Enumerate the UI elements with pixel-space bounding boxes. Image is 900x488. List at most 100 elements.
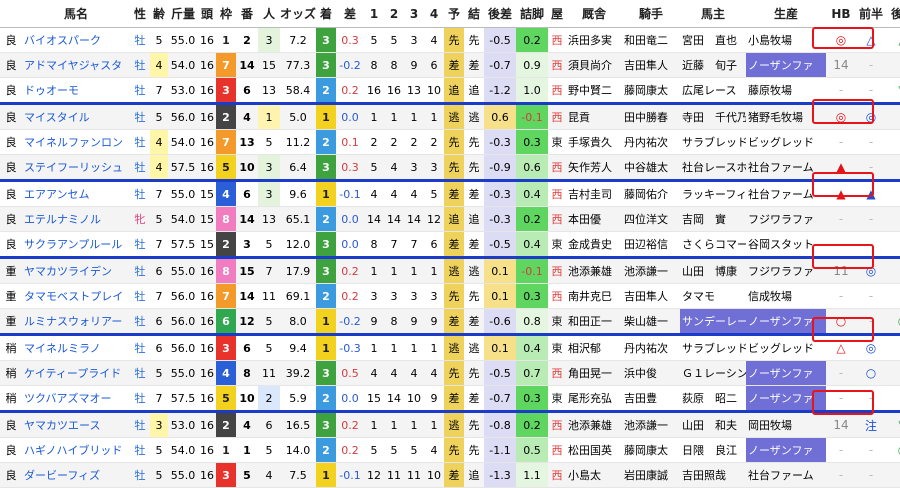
- trainer-cell: 矢作芳人: [566, 154, 622, 182]
- table-row: 良アドマイヤジャスタ牡 4 54.0 16 7 14 15 77.3 3 -0.2 8 8 9 6 差差 -0…: [0, 52, 900, 78]
- waku-cell: 7: [216, 129, 236, 155]
- odds-cell: 5.9: [280, 385, 316, 413]
- second-half-cell: -: [886, 231, 900, 259]
- stable-cell: 西: [548, 77, 566, 105]
- corner2-header: 2: [384, 0, 404, 28]
- horse-name-link[interactable]: エテルナミノル: [22, 206, 130, 232]
- horse-name-link[interactable]: ヤマカツライデン: [22, 257, 130, 284]
- waku-cell: 3: [216, 77, 236, 105]
- age-header: 齢: [150, 0, 168, 28]
- corner2-cell: 4: [384, 180, 404, 207]
- age-cell: 4: [150, 129, 168, 155]
- corner4-cell: 10: [424, 462, 444, 488]
- umaban-header: 番: [236, 0, 258, 28]
- horse-name-link[interactable]: ケイティープライド: [22, 360, 130, 386]
- odds-cell: 5.0: [280, 103, 316, 130]
- corner1-cell: 5: [364, 437, 384, 463]
- horse-name-link[interactable]: ルミナスウォリアー: [22, 308, 130, 336]
- corner3-cell: 7: [404, 231, 424, 259]
- horse-name-link[interactable]: ヤマカツエース: [22, 411, 130, 438]
- finish-cell: 3: [316, 27, 336, 53]
- result-cell: 先: [464, 411, 484, 438]
- runners-cell: 16: [198, 462, 216, 488]
- ninki-header: 人: [258, 0, 280, 28]
- result-header: 結: [464, 0, 484, 28]
- stable-cell: 西: [548, 180, 566, 207]
- corner3-cell: 1: [404, 334, 424, 361]
- corner2-cell: 4: [384, 154, 404, 182]
- horse-name-link[interactable]: バイオスパーク: [22, 27, 130, 53]
- odds-cell: 14.0: [280, 437, 316, 463]
- second-half-cell: -: [886, 462, 900, 488]
- stable-cell: 西: [548, 52, 566, 78]
- horse-name-link[interactable]: ハギノハイブリッド: [22, 437, 130, 463]
- sex-cell: 牡: [130, 360, 150, 386]
- ninki-cell: 5: [258, 334, 280, 361]
- predict-cell: 追: [444, 206, 464, 232]
- horse-name-link[interactable]: タマモベストプレイ: [22, 283, 130, 309]
- stable-cell: 西: [548, 206, 566, 232]
- sex-cell: 牡: [130, 52, 150, 78]
- closing-cell: 0.3: [516, 283, 548, 309]
- corner2-cell: 7: [384, 231, 404, 259]
- jockey-cell: 藤岡康太: [622, 77, 680, 105]
- runners-cell: 16: [198, 283, 216, 309]
- corner4-cell: 6: [424, 231, 444, 259]
- late-diff-header: 後差: [484, 0, 516, 28]
- horse-name-link[interactable]: マイネルミラノ: [22, 334, 130, 361]
- corner4-cell: 1: [424, 411, 444, 438]
- owner-cell: 日隈 良江: [680, 437, 746, 463]
- predict-cell: 逃: [444, 411, 464, 438]
- horse-name-link[interactable]: ツクバアズマオー: [22, 385, 130, 413]
- hb-cell: -: [826, 283, 856, 309]
- table-row: 良マイスタイル牡 5 56.0 16 2 4 1 5.0 1 0.0 1 1 1 1 逃逃 0.6 -0.1 西昆…: [0, 103, 900, 130]
- runners-cell: 16: [198, 334, 216, 361]
- late-diff-cell: -0.3: [484, 180, 516, 207]
- runners-cell: 16: [198, 360, 216, 386]
- second-half-cell: -: [886, 129, 900, 155]
- first-half-cell: ○: [856, 360, 886, 386]
- horse-name-link[interactable]: ステイフーリッシュ: [22, 154, 130, 182]
- margin-cell: 0.2: [336, 77, 364, 105]
- horse-name-link[interactable]: ドゥオーモ: [22, 77, 130, 105]
- first-half-cell: 注: [856, 411, 886, 438]
- jockey-cell: 藤岡佑介: [622, 180, 680, 207]
- closing-cell: 0.4: [516, 334, 548, 361]
- horse-name-link[interactable]: マイスタイル: [22, 103, 130, 130]
- weight-cell: 55.0: [168, 360, 198, 386]
- horse-name-link[interactable]: サクラアンプルール: [22, 231, 130, 259]
- trainer-cell: 須貝尚介: [566, 52, 622, 78]
- corner2-cell: 1: [384, 103, 404, 130]
- predict-header: 予: [444, 0, 464, 28]
- age-cell: 5: [150, 437, 168, 463]
- runners-cell: 15: [198, 180, 216, 207]
- horse-name-link[interactable]: ダービーフィズ: [22, 462, 130, 488]
- corner4-header: 4: [424, 0, 444, 28]
- corner3-cell: 13: [404, 77, 424, 105]
- ninki-cell: 3: [258, 180, 280, 207]
- corner1-cell: 14: [364, 206, 384, 232]
- corner3-cell: 4: [404, 180, 424, 207]
- corner4-cell: 4: [424, 360, 444, 386]
- waku-cell: 8: [216, 206, 236, 232]
- horse-name-link[interactable]: エアアンセム: [22, 180, 130, 207]
- corner1-cell: 1: [364, 334, 384, 361]
- table-body: 良バイオスパーク牡 5 55.0 16 1 2 3 7.2 3 0.3 5 5 3 4 先先 -0.5 0.2 西…: [0, 27, 900, 488]
- margin-cell: 0.3: [336, 154, 364, 182]
- margin-cell: 0.0: [336, 231, 364, 259]
- track-cell: 良: [0, 411, 22, 438]
- horse-name-link[interactable]: マイネルファンロン: [22, 129, 130, 155]
- table-row: 良ドゥオーモ牡 7 53.0 16 3 6 13 58.4 2 0.2 16 16 13 10 追追 -1.2…: [0, 77, 900, 105]
- horse-name-link[interactable]: アドマイヤジャスタ: [22, 52, 130, 78]
- result-cell: 差: [464, 180, 484, 207]
- table-row: 良エアアンセム牡 7 55.0 15 4 6 3 9.6 1 -0.1 4 4 4 5 差差 -0.3 0.4 西…: [0, 180, 900, 207]
- ninki-cell: 15: [258, 52, 280, 78]
- result-cell: 差: [464, 308, 484, 336]
- closing-cell: 0.7: [516, 360, 548, 386]
- corner1-cell: 4: [364, 360, 384, 386]
- jockey-cell: 丹内祐次: [622, 129, 680, 155]
- corner2-cell: 5: [384, 437, 404, 463]
- ninki-cell: 13: [258, 206, 280, 232]
- corner1-cell: 1: [364, 103, 384, 130]
- weight-cell: 55.0: [168, 27, 198, 53]
